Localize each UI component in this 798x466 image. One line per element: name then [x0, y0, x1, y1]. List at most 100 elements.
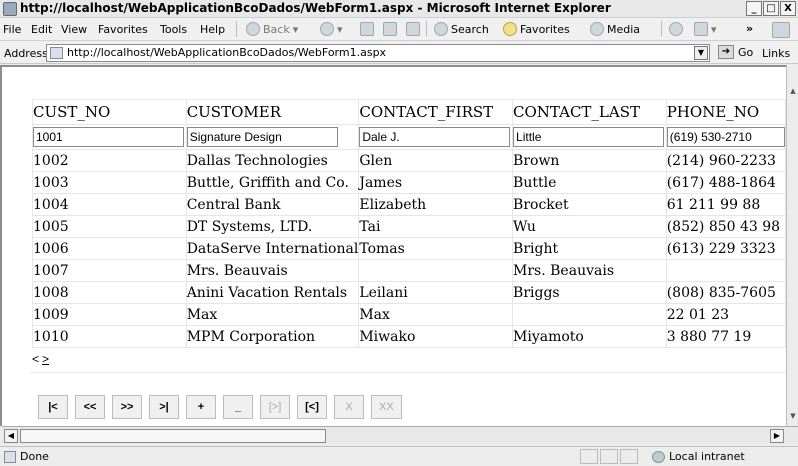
cell-customer: DT Systems, LTD.: [185, 215, 360, 238]
delete-button[interactable]: X: [334, 395, 364, 419]
back-label: Back: [263, 22, 290, 36]
table-row[interactable]: 1003 Buttle, Griffith and Co. James Butt…: [32, 171, 787, 194]
security-zone: Local intranet: [652, 450, 745, 463]
cell-cust-no: 1003: [32, 171, 187, 194]
go-button[interactable]: ➔ Go: [718, 45, 753, 59]
cell-cust-no: 1002: [32, 149, 187, 172]
search-button[interactable]: Search: [434, 22, 489, 36]
title-bar: http://localhost/WebApplicationBcoDados/…: [0, 0, 798, 18]
grid-edit-row: [32, 124, 787, 150]
table-row[interactable]: 1007 Mrs. Beauvais Mrs. Beauvais: [32, 259, 787, 282]
record-navigation-bar: |< << >> >| + _ [>] [<] X XX: [38, 395, 402, 419]
header-contact-first: CONTACT_FIRST: [358, 99, 514, 125]
cell-customer: Mrs. Beauvais: [185, 259, 360, 282]
scroll-down-icon[interactable]: ▼: [788, 412, 798, 422]
toolbar-more-chevron[interactable]: »: [746, 22, 753, 35]
cell-cust-no: 1006: [32, 237, 187, 260]
table-row[interactable]: 1010 MPM Corporation Miwako Miyamoto 3 8…: [32, 325, 787, 348]
address-input[interactable]: http://localhost/WebApplicationBcoDados/…: [46, 44, 710, 62]
menu-tools[interactable]: Tools: [160, 23, 187, 36]
first-record-button[interactable]: |<: [38, 395, 68, 419]
menu-edit[interactable]: Edit: [31, 23, 52, 36]
vertical-scrollbar[interactable]: ▲ ▼: [786, 65, 798, 426]
cell-contact-last: Buttle: [512, 171, 667, 194]
menu-file[interactable]: File: [3, 23, 21, 36]
customer-datagrid: CUST_NO CUSTOMER CONTACT_FIRST CONTACT_L…: [32, 99, 787, 348]
media-label: Media: [607, 22, 641, 36]
status-pane: [620, 449, 638, 464]
maximize-button[interactable]: □: [763, 1, 779, 16]
toolbar-separator: [661, 21, 662, 37]
table-row[interactable]: 1004 Central Bank Elizabeth Brocket 61 2…: [32, 193, 787, 216]
grid-header-row: CUST_NO CUSTOMER CONTACT_FIRST CONTACT_L…: [32, 99, 787, 125]
close-button[interactable]: X: [780, 1, 796, 16]
cell-contact-first: Tai: [358, 215, 514, 238]
window-title: http://localhost/WebApplicationBcoDados/…: [20, 1, 611, 15]
cell-contact-first: Tomas: [358, 237, 514, 260]
next-page-button[interactable]: >>: [112, 395, 142, 419]
last-record-button[interactable]: >|: [149, 395, 179, 419]
scroll-up-icon[interactable]: ▲: [788, 87, 798, 97]
horizontal-scrollbar[interactable]: ◀ ▶: [2, 426, 798, 444]
cell-contact-first: [358, 259, 514, 282]
menu-view[interactable]: View: [61, 23, 87, 36]
cell-phone-no: (613) 229 3323: [665, 237, 787, 260]
refresh-button[interactable]: [383, 22, 397, 36]
go-label: Go: [738, 45, 754, 59]
links-button[interactable]: Links: [762, 47, 790, 60]
cell-contact-first: Max: [358, 303, 514, 326]
scroll-right-icon[interactable]: ▶: [770, 429, 784, 443]
edit-contact-first-input[interactable]: [359, 127, 511, 147]
edit-customer-input[interactable]: [186, 127, 338, 147]
refresh-icon: [383, 22, 397, 36]
table-row[interactable]: 1005 DT Systems, LTD. Tai Wu (852) 850 4…: [32, 215, 787, 238]
windows-flag-icon: [772, 22, 790, 38]
cell-phone-no: (617) 488-1864: [665, 171, 787, 194]
header-contact-last: CONTACT_LAST: [512, 99, 667, 125]
stop-icon: [360, 22, 374, 36]
edit-contact-last-input[interactable]: [513, 127, 665, 147]
cell-contact-first: James: [358, 171, 514, 194]
forward-button[interactable]: ▾: [320, 22, 343, 36]
header-phone-no: PHONE_NO: [665, 99, 787, 125]
cell-contact-last: Miyamoto: [512, 325, 667, 348]
remove-record-button[interactable]: _: [223, 395, 253, 419]
delete-all-button[interactable]: XX: [371, 395, 402, 419]
cell-phone-no: 3 880 77 19: [665, 325, 787, 348]
table-row[interactable]: 1006 DataServe International Tomas Brigh…: [32, 237, 787, 260]
stop-button[interactable]: [360, 22, 374, 36]
scroll-left-icon[interactable]: ◀: [4, 429, 18, 443]
cancel-edit-button[interactable]: [<]: [297, 395, 327, 419]
favorites-button[interactable]: Favorites: [503, 22, 570, 36]
menu-help[interactable]: Help: [200, 23, 225, 36]
cell-contact-last: Brown: [512, 149, 667, 172]
menu-favorites[interactable]: Favorites: [98, 23, 148, 36]
mail-button[interactable]: ▾: [694, 22, 717, 36]
cell-cust-no: 1007: [32, 259, 187, 282]
media-button[interactable]: Media: [590, 22, 640, 36]
horizontal-scroll-thumb[interactable]: [20, 429, 326, 443]
home-button[interactable]: [406, 22, 420, 36]
table-row[interactable]: 1002 Dallas Technologies Glen Brown (214…: [32, 149, 787, 172]
address-dropdown-button[interactable]: ▼: [694, 46, 708, 60]
back-button[interactable]: Back ▾: [246, 22, 298, 36]
apply-button[interactable]: [>]: [260, 395, 290, 419]
edit-phone-no-input[interactable]: [666, 127, 785, 147]
edit-cust-no-input[interactable]: [33, 127, 184, 147]
address-label: Address: [4, 47, 48, 60]
cell-cust-no: 1008: [32, 281, 187, 304]
search-icon: [434, 22, 448, 36]
table-row[interactable]: 1009 Max Max 22 01 23: [32, 303, 787, 326]
cell-customer: Max: [185, 303, 360, 326]
history-button[interactable]: [669, 22, 683, 36]
cell-customer: Anini Vacation Rentals: [185, 281, 360, 304]
cell-contact-first: Elizabeth: [358, 193, 514, 216]
zone-label: Local intranet: [669, 450, 745, 463]
pager-next-link[interactable]: >: [42, 352, 49, 366]
cell-contact-first: Miwako: [358, 325, 514, 348]
cell-contact-last: [512, 303, 667, 326]
table-row[interactable]: 1008 Anini Vacation Rentals Leilani Brig…: [32, 281, 787, 304]
add-record-button[interactable]: +: [186, 395, 216, 419]
previous-page-button[interactable]: <<: [75, 395, 105, 419]
minimize-button[interactable]: _: [746, 1, 762, 16]
